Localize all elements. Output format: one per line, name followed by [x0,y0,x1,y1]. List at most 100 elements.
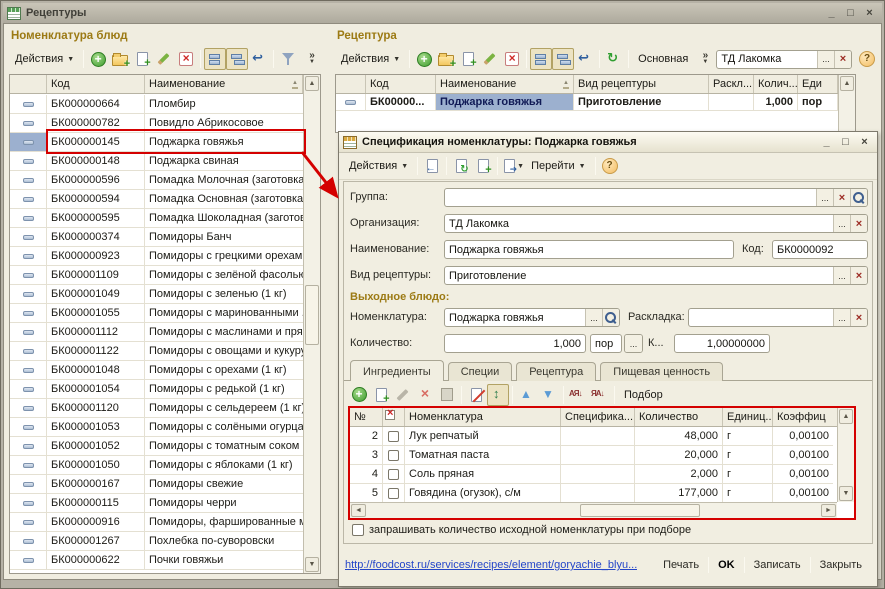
ellipsis-button[interactable]: ... [833,309,850,326]
right-actions-button[interactable]: Действия▼ [335,48,406,70]
dialog-maximize-button[interactable]: □ [837,135,854,150]
ellipsis-button[interactable]: ... [833,215,850,232]
clear-button[interactable]: × [850,267,867,284]
dish-row[interactable]: БК000001055 Помидоры с маринованными ... [10,304,303,323]
ing-flag-cell[interactable] [383,465,405,484]
refresh-button[interactable] [603,48,625,70]
dish-row[interactable]: БК000000916 Помидоры, фаршированные м... [10,513,303,532]
undo-hierarchy-button[interactable] [248,48,270,70]
help-button[interactable] [599,155,621,177]
name-column-header[interactable]: Наименование ▲ [436,75,574,93]
ingredients-hscrollbar[interactable]: ◄ ► [350,502,837,518]
pick-button[interactable]: Подбор [618,384,669,406]
add-button[interactable] [413,48,435,70]
spec-column-header[interactable]: Специфика... [561,408,635,426]
dish-row[interactable]: БК000000596 Помадка Молочная (заготовка) [10,171,303,190]
move-up-button[interactable] [516,384,538,406]
print-button[interactable]: Печать [654,556,708,574]
open-button[interactable] [602,309,619,326]
group-input[interactable] [445,189,816,206]
kind-column-header[interactable]: Вид рецептуры [574,75,709,93]
toggle-spec-button[interactable] [465,384,487,406]
name-input[interactable] [445,241,733,258]
ellipsis-button[interactable]: ... [585,309,602,326]
hierarchy-view-button[interactable] [204,48,226,70]
tab-spices[interactable]: Специи [448,362,513,381]
dialog-actions-button[interactable]: Действия▼ [343,155,414,177]
recipe-table-vscrollbar[interactable]: ▲ [838,75,855,132]
unit-column-header[interactable]: Единиц... [723,408,773,426]
ing-flag-cell[interactable] [383,446,405,465]
dialog-minimize-button[interactable]: _ [818,135,835,150]
nomenclature-input[interactable] [445,309,585,326]
dish-row[interactable]: БК000000594 Помадка Основная (заготовка) [10,190,303,209]
dish-row[interactable]: БК000001052 Помидоры с томатным соком ..… [10,437,303,456]
qty-column-header[interactable]: Колич... [754,75,798,93]
view-mode-button-1[interactable] [530,48,552,70]
quantity-input[interactable] [445,335,585,352]
organization-filter-input[interactable] [717,51,817,68]
save-button[interactable]: Записать [745,556,810,574]
clear-button[interactable]: × [833,189,850,206]
copy-button[interactable] [472,155,494,177]
dialog-title-bar[interactable]: Спецификация номенклатуры: Поджарка говя… [339,132,877,153]
recipe-row[interactable]: БК00000... Поджарка говяжья Приготовлени… [336,94,838,111]
close-dialog-button[interactable]: Закрыть [811,556,871,574]
ingredient-row[interactable]: 5 Говядина (огузок), с/м 177,000 г 0,001… [350,484,837,502]
code-column-header[interactable]: Код [47,75,145,93]
dish-row[interactable]: БК000001122 Помидоры с овощами и кукуру.… [10,342,303,361]
close-button[interactable]: × [861,6,878,21]
ellipsis-button[interactable]: ... [817,51,834,68]
copy-button[interactable] [131,48,153,70]
layout-column-header[interactable]: Раскл... [709,75,754,93]
help-button[interactable] [856,48,878,70]
dish-row[interactable]: БК000000664 Пломбир [10,95,303,114]
clear-button[interactable]: × [834,51,851,68]
end-edit-button[interactable] [436,384,458,406]
add-group-button[interactable] [109,48,131,70]
sort-desc-button[interactable] [589,384,611,406]
open-button[interactable] [850,189,867,206]
undo-hierarchy-button[interactable] [574,48,596,70]
clear-button[interactable]: × [850,215,867,232]
dish-row[interactable]: БК000000923 Помидоры с грецкими орехами [10,247,303,266]
code-column-header[interactable]: Код [366,75,436,93]
ingredients-vscrollbar[interactable]: ▲ ▼ [837,408,854,502]
dish-row[interactable]: БК000000167 Помидоры свежие [10,475,303,494]
edit-button[interactable] [479,48,501,70]
dish-row[interactable]: БК000000115 Помидоры черри [10,494,303,513]
goto-button[interactable]: Перейти▼ [525,155,592,177]
coefficient-input[interactable] [675,335,769,352]
ing-flag-cell[interactable] [383,484,405,502]
sort-asc-button[interactable] [567,384,589,406]
right-toolbar-overflow[interactable]: »▼ [694,48,716,70]
clear-button[interactable]: × [850,309,867,326]
num-column-header[interactable]: № [350,408,383,426]
list-view-button[interactable] [226,48,248,70]
dish-row[interactable]: БК000001120 Помидоры с сельдереем (1 кг) [10,399,303,418]
dish-row[interactable]: БК000000595 Помадка Шоколадная (заготов.… [10,209,303,228]
scroll-down-icon[interactable]: ▼ [305,557,319,572]
ask-quantity-checkbox[interactable]: запрашивать количество исходной номенкла… [352,524,691,536]
scroll-down-icon[interactable]: ▼ [839,486,853,501]
recipe-link[interactable]: http://foodcost.ru/services/recipes/elem… [345,559,637,571]
move-down-button[interactable] [538,384,560,406]
output-button[interactable]: ▼ [501,155,525,177]
edit-button[interactable] [392,384,414,406]
add-button[interactable] [348,384,370,406]
delete-button[interactable] [501,48,523,70]
dish-row[interactable]: БК000001053 Помидоры с солёными огурца..… [10,418,303,437]
ellipsis-button[interactable]: ... [833,267,850,284]
dish-table-vscrollbar[interactable]: ▲ ▼ [303,75,320,573]
coef-column-header[interactable]: Коэффиц [773,408,833,426]
add-button[interactable] [87,48,109,70]
dialog-close-button[interactable]: × [856,135,873,150]
dish-row[interactable]: БК000001112 Помидоры с маслинами и пря..… [10,323,303,342]
unit-column-header[interactable]: Еди [798,75,838,93]
dish-row[interactable]: БК000001267 Похлебка по-суворовски [10,532,303,551]
delete-button[interactable] [175,48,197,70]
refresh-button[interactable] [450,155,472,177]
ing-flag-cell[interactable] [383,427,405,446]
name-column-header[interactable]: Наименование ▲ [145,75,303,93]
edit-button[interactable] [153,48,175,70]
